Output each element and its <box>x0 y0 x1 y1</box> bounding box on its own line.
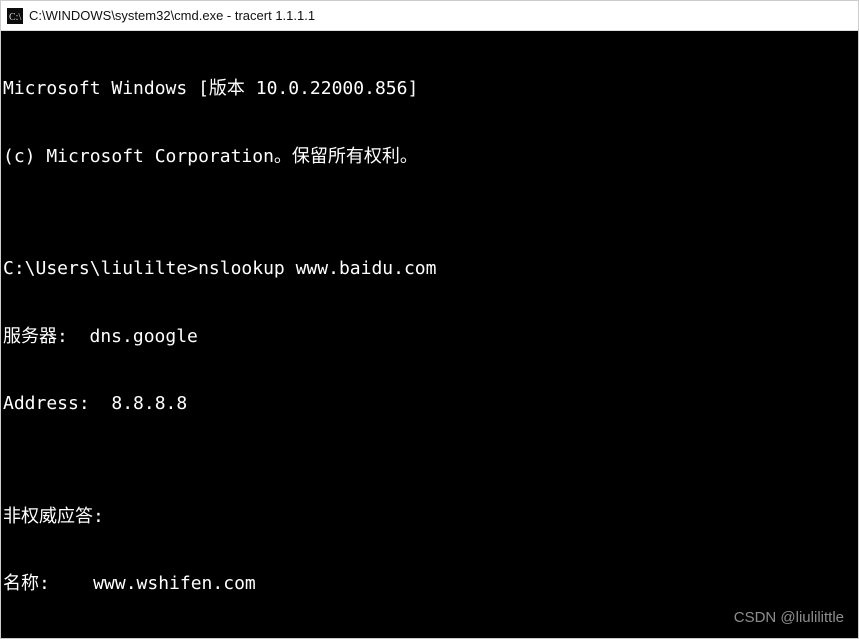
window-title: C:\WINDOWS\system32\cmd.exe - tracert 1.… <box>29 8 315 23</box>
terminal-line: C:\Users\liulilte>nslookup www.baidu.com <box>3 258 856 281</box>
terminal-area[interactable]: Microsoft Windows [版本 10.0.22000.856] (c… <box>1 31 858 638</box>
terminal-line: 名称: www.wshifen.com <box>3 573 856 596</box>
terminal-line: Address: 8.8.8.8 <box>3 393 856 416</box>
cmd-window: C:\ C:\WINDOWS\system32\cmd.exe - tracer… <box>0 0 859 639</box>
terminal-line: (c) Microsoft Corporation。保留所有权利。 <box>3 146 856 169</box>
watermark: CSDN @liulilittle <box>734 609 844 628</box>
svg-text:C:\: C:\ <box>9 12 21 23</box>
terminal-line: 非权威应答: <box>3 506 856 529</box>
terminal-line: Microsoft Windows [版本 10.0.22000.856] <box>3 78 856 101</box>
cmd-icon: C:\ <box>7 8 23 24</box>
title-bar[interactable]: C:\ C:\WINDOWS\system32\cmd.exe - tracer… <box>1 1 858 31</box>
terminal-line: 服务器: dns.google <box>3 326 856 349</box>
